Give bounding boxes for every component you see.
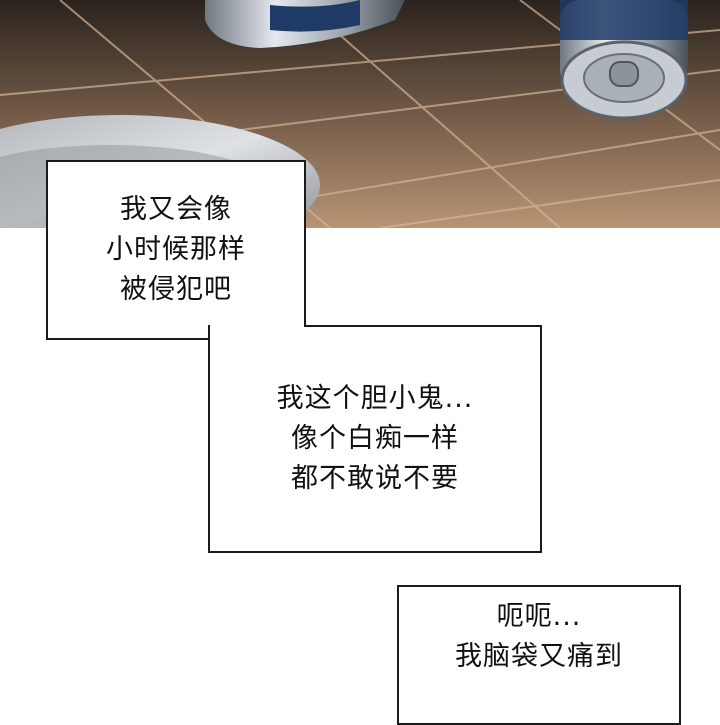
bubble-3-line-1: 呃呃... <box>496 601 582 632</box>
speech-bubble-3: 呃呃... 我脑袋又痛到 <box>397 585 681 725</box>
bubble-joint <box>210 323 304 343</box>
speech-bubble-1: 我又会像 小时候那样 被侵犯吧 <box>46 160 306 340</box>
bubble-2-line-2: 像个白痴一样 <box>291 423 459 454</box>
bubble-1-line-2: 小时候那样 <box>106 234 246 265</box>
bubble-1-line-1: 我又会像 <box>120 194 232 225</box>
bubble-2-line-1: 我这个胆小鬼... <box>276 383 474 414</box>
bubble-2-line-3: 都不敢说不要 <box>291 463 459 494</box>
beer-can-right <box>560 0 688 120</box>
bubble-3-line-2: 我脑袋又痛到 <box>455 641 623 672</box>
speech-bubble-2: 我这个胆小鬼... 像个白痴一样 都不敢说不要 <box>208 325 542 553</box>
bubble-1-line-3: 被侵犯吧 <box>120 274 232 305</box>
